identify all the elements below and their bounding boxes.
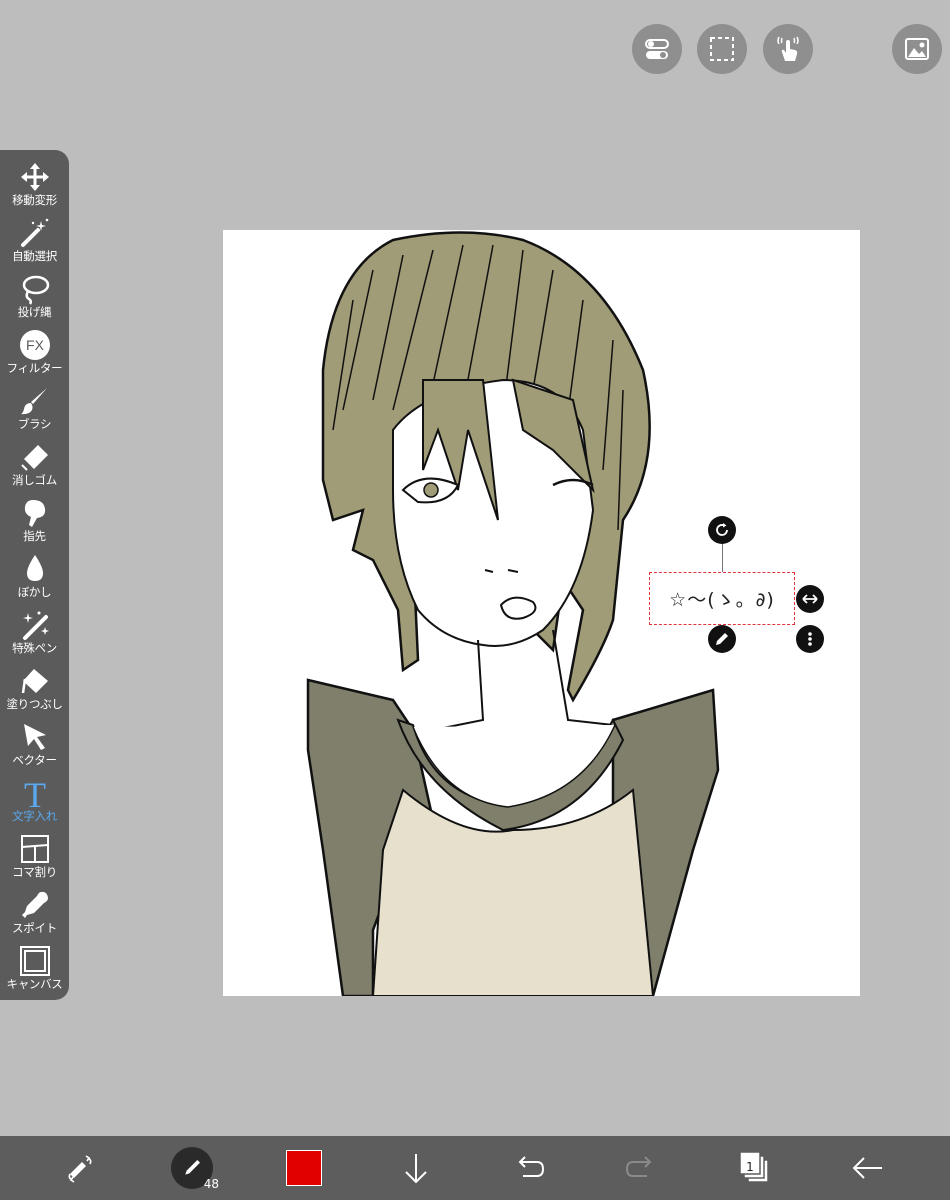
finger-icon [24, 500, 45, 527]
redo-icon [625, 1156, 652, 1177]
tool-label: 文字入れ [12, 809, 57, 823]
gesture-icon [777, 36, 799, 61]
tool-filter[interactable]: FX フィルター [0, 328, 69, 384]
text-icon: T [24, 777, 46, 809]
svg-text:FX: FX [26, 337, 45, 353]
vector-arrow-icon [23, 724, 46, 750]
resize-handle[interactable] [796, 585, 824, 613]
selection-button[interactable] [697, 24, 747, 74]
move-icon [20, 163, 49, 191]
tool-blur[interactable]: ぼかし [0, 552, 69, 608]
tool-panel-split[interactable]: コマ割り [0, 832, 69, 888]
tool-label: 投げ縄 [17, 305, 52, 319]
tool-canvas[interactable]: キャンバス [0, 944, 69, 1000]
special-pen-icon [22, 611, 49, 640]
tool-label: 移動変形 [12, 193, 57, 207]
tool-auto-select[interactable]: 自動選択 [0, 216, 69, 272]
tool-label: フィルター [6, 361, 63, 375]
tool-palette: 移動変形 自動選択 投げ縄 FX フィルター ブラシ 消しゴム 指先 ぼかし 特… [0, 150, 69, 1000]
more-vertical-icon [808, 632, 812, 646]
gallery-icon [905, 38, 929, 60]
rotate-connector [722, 543, 723, 572]
svg-text:T: T [24, 777, 46, 809]
horizontal-resize-icon [802, 594, 818, 604]
tool-label: 指先 [23, 529, 46, 543]
tool-label: ブラシ [17, 417, 52, 431]
panel-split-icon [20, 835, 49, 863]
selection-icon [710, 37, 734, 61]
tool-brush[interactable]: ブラシ [0, 384, 69, 440]
toggle-button[interactable] [632, 24, 682, 74]
tool-move-transform[interactable]: 移動変形 [0, 160, 69, 216]
undo-button[interactable] [511, 1136, 547, 1200]
tool-fill[interactable]: 塗りつぶし [0, 664, 69, 720]
canvas-icon [19, 946, 50, 976]
tool-label: 特殊ペン [12, 641, 57, 655]
brush-size-button[interactable]: 48 [171, 1136, 219, 1200]
more-options-handle[interactable] [796, 625, 824, 653]
tool-label: 自動選択 [12, 249, 57, 263]
arrow-left-icon [852, 1157, 882, 1179]
brush-size-label: 48 [203, 1177, 219, 1191]
pencil-icon [716, 633, 728, 645]
lasso-icon [22, 275, 49, 305]
blur-drop-icon [26, 555, 43, 581]
tool-special-pen[interactable]: 特殊ペン [0, 608, 69, 664]
redo-button[interactable] [623, 1136, 659, 1200]
swap-brush-icon [68, 1155, 92, 1183]
tool-label: ぼかし [17, 585, 52, 599]
back-button[interactable] [850, 1136, 886, 1200]
toggle-icon [645, 39, 669, 59]
text-layer-selection[interactable]: ☆～(ゝ。∂) [649, 572, 795, 625]
tool-eraser[interactable]: 消しゴム [0, 440, 69, 496]
tool-eyedropper[interactable]: スポイト [0, 888, 69, 944]
layer-count: 1 [746, 1160, 754, 1174]
tool-vector[interactable]: ベクター [0, 720, 69, 776]
tool-label: 消しゴム [12, 473, 57, 487]
color-button[interactable] [286, 1136, 322, 1200]
fill-bucket-icon [21, 669, 48, 694]
eyedropper-icon [21, 891, 48, 918]
tool-label: ベクター [12, 753, 57, 767]
eraser-icon [20, 445, 48, 471]
tool-text[interactable]: T 文字入れ [0, 776, 69, 832]
brush-icon [20, 388, 47, 415]
arrow-down-icon [405, 1154, 427, 1184]
bottom-toolbar: 48 [0, 1136, 950, 1200]
tool-label: キャンバス [6, 977, 63, 991]
brush-pen-icon [185, 1160, 200, 1175]
rotate-handle[interactable] [708, 516, 736, 544]
fx-icon: FX [19, 330, 50, 360]
current-color-swatch [286, 1150, 322, 1186]
gallery-button[interactable] [892, 24, 942, 74]
canvas-text: ☆～(ゝ。∂) [669, 589, 775, 611]
rotate-icon [716, 523, 728, 536]
swap-brush-button[interactable] [60, 1136, 100, 1200]
gesture-button[interactable] [763, 24, 813, 74]
tool-finger[interactable]: 指先 [0, 496, 69, 552]
edit-text-handle[interactable] [708, 625, 736, 653]
tool-label: スポイト [12, 921, 57, 935]
tool-label: 塗りつぶし [6, 697, 63, 711]
tool-lasso[interactable]: 投げ縄 [0, 272, 69, 328]
magic-wand-icon [20, 218, 48, 247]
undo-icon [518, 1156, 545, 1177]
download-button[interactable] [398, 1136, 434, 1200]
tool-label: コマ割り [12, 865, 57, 879]
